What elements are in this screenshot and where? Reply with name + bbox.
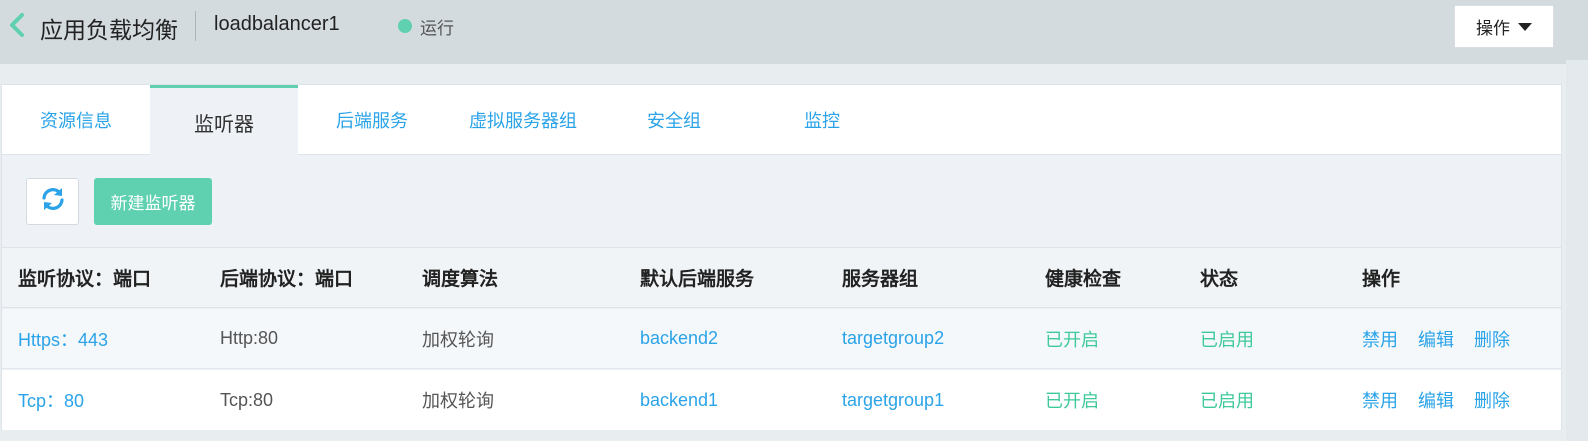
backend-protocol-cell: Tcp:80 [220, 389, 274, 410]
column-header-default-backend: 默认后端服务 [640, 269, 755, 290]
column-header-backend-protocol: 后端协议：端口 [220, 269, 354, 290]
column-header-health-check: 健康检查 [1045, 269, 1122, 290]
tab-virtual-server-groups[interactable]: 虚拟服务器组 [446, 85, 600, 155]
tab-bar: 资源信息 监听器 后端服务 虚拟服务器组 安全组 监控 [2, 85, 1561, 156]
edit-link[interactable]: 编辑 [1418, 326, 1454, 352]
table-header: 监听协议：端口 后端协议：端口 调度算法 默认后端服务 服务器组 健康检查 状态… [2, 247, 1561, 308]
edit-link[interactable]: 编辑 [1418, 387, 1454, 413]
row-actions: 禁用 编辑 删除 [1362, 309, 1510, 368]
delete-link[interactable]: 删除 [1474, 326, 1510, 352]
status-dot-icon [398, 19, 412, 33]
caret-down-icon [1518, 22, 1532, 31]
status-cell: 已启用 [1200, 391, 1254, 411]
status-cell: 已启用 [1200, 329, 1254, 350]
tab-security-groups[interactable]: 安全组 [600, 85, 748, 155]
tab-listeners[interactable]: 监听器 [150, 85, 298, 156]
column-header-algorithm: 调度算法 [422, 269, 499, 290]
backend-protocol-cell: Http:80 [220, 328, 279, 348]
status-label: 运行 [420, 19, 454, 38]
column-header-status: 状态 [1200, 269, 1239, 290]
table-row: Https：443 Http:80 加权轮询 backend2 targetgr… [2, 309, 1561, 369]
listener-link[interactable]: Tcp：80 [18, 370, 84, 430]
row-actions: 禁用 编辑 删除 [1362, 370, 1510, 430]
page-header: 应用负载均衡 loadbalancer1 运行 操作 [0, 0, 1588, 64]
page-title: 应用负载均衡 [40, 17, 178, 43]
refresh-icon [40, 186, 66, 217]
refresh-button[interactable] [26, 178, 79, 225]
disable-link[interactable]: 禁用 [1362, 326, 1398, 352]
actions-dropdown-button[interactable]: 操作 [1454, 5, 1554, 48]
default-backend-link[interactable]: backend1 [640, 370, 718, 430]
tab-monitoring[interactable]: 监控 [748, 85, 896, 155]
algorithm-cell: 加权轮询 [422, 391, 494, 411]
table-row: Tcp：80 Tcp:80 加权轮询 backend1 targetgroup1… [2, 370, 1561, 430]
chevron-left-icon[interactable] [6, 12, 28, 38]
header-divider [195, 11, 196, 41]
health-check-cell: 已开启 [1045, 329, 1099, 350]
instance-name: loadbalancer1 [214, 13, 340, 35]
disable-link[interactable]: 禁用 [1362, 387, 1398, 413]
algorithm-cell: 加权轮询 [422, 329, 494, 350]
server-group-link[interactable]: targetgroup2 [842, 309, 944, 368]
page-scroll-gutter [1566, 60, 1588, 441]
server-group-link[interactable]: targetgroup1 [842, 370, 944, 430]
content-card: 资源信息 监听器 后端服务 虚拟服务器组 安全组 监控 新建监听器 监听协议：端… [1, 84, 1562, 430]
tab-backend-services[interactable]: 后端服务 [298, 85, 446, 155]
new-listener-button[interactable]: 新建监听器 [94, 178, 212, 225]
actions-dropdown-label: 操作 [1476, 19, 1510, 38]
column-header-actions: 操作 [1362, 269, 1401, 290]
column-header-listener: 监听协议：端口 [18, 269, 152, 290]
delete-link[interactable]: 删除 [1474, 387, 1510, 413]
health-check-cell: 已开启 [1045, 391, 1099, 411]
default-backend-link[interactable]: backend2 [640, 309, 718, 368]
listener-link[interactable]: Https：443 [18, 309, 108, 368]
tab-resource-info[interactable]: 资源信息 [2, 85, 150, 155]
column-header-server-group: 服务器组 [842, 269, 919, 290]
